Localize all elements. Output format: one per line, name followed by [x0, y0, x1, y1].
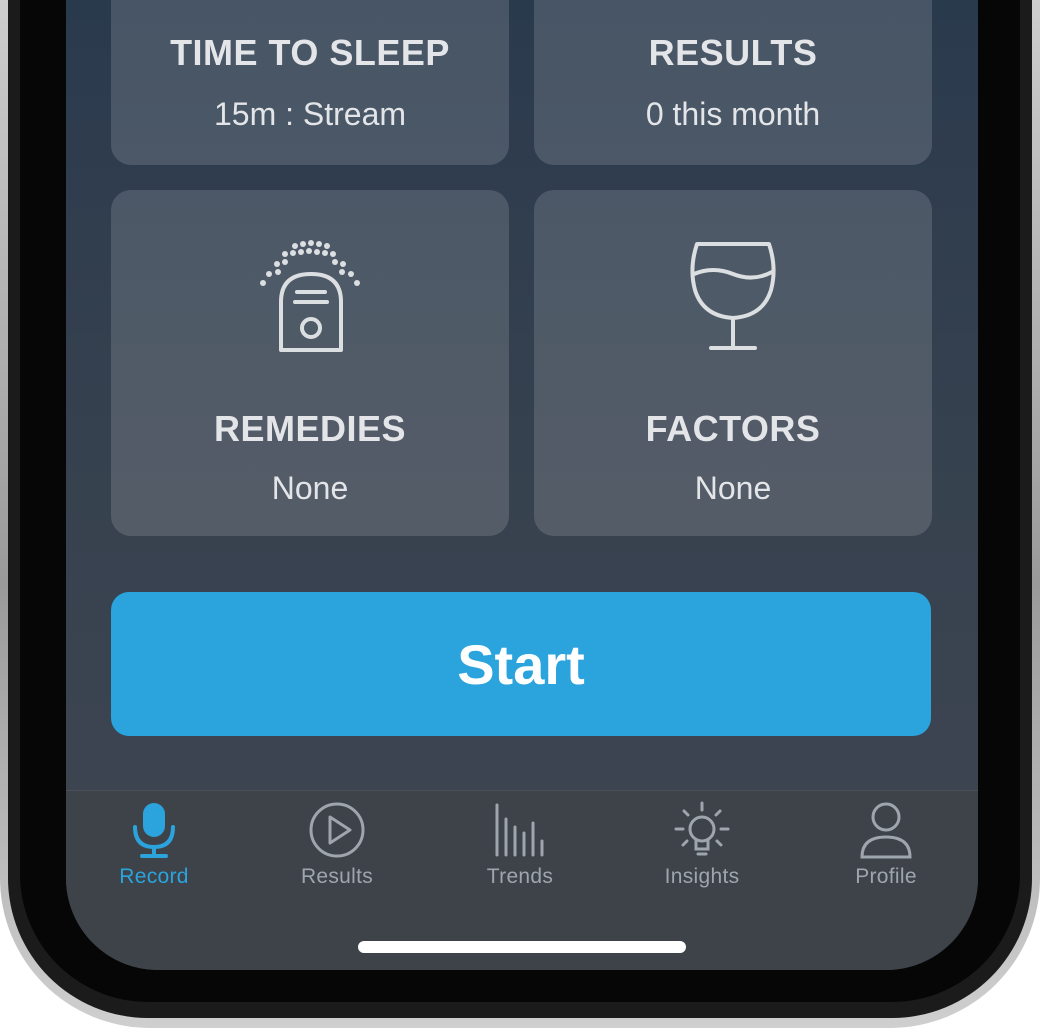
tab-results[interactable]: Results: [257, 801, 417, 901]
remedies-tile[interactable]: REMEDIES None: [111, 190, 509, 536]
bar-chart-icon: [491, 801, 549, 859]
start-button[interactable]: Start: [111, 592, 931, 736]
time-to-sleep-title: TIME TO SLEEP: [170, 32, 450, 73]
factors-value: None: [694, 470, 772, 506]
tab-record-label: Record: [119, 865, 189, 888]
remedies-value: None: [271, 470, 349, 506]
microphone-icon: [130, 801, 178, 859]
tab-results-label: Results: [300, 865, 374, 888]
factors-title: FACTORS: [645, 408, 821, 449]
tab-trends[interactable]: Trends: [440, 801, 600, 901]
tab-insights[interactable]: Insights: [622, 801, 782, 901]
tab-profile[interactable]: Profile: [806, 801, 966, 901]
tab-profile-label: Profile: [855, 865, 917, 888]
results-title: RESULTS: [648, 32, 818, 73]
tab-bar: Record Results Trends Insights Profile: [66, 790, 978, 970]
results-tile[interactable]: RESULTS 0 this month: [534, 0, 932, 165]
remedies-device-icon: [245, 234, 375, 358]
play-circle-icon: [308, 801, 366, 859]
factors-tile[interactable]: FACTORS None: [534, 190, 932, 536]
tab-insights-label: Insights: [664, 865, 740, 888]
remedies-title: REMEDIES: [213, 408, 407, 449]
app-screen: TIME TO SLEEP 15m : Stream RESULTS 0 thi…: [66, 0, 978, 970]
results-value: 0 this month: [645, 96, 821, 132]
lightbulb-icon: [673, 801, 731, 859]
wine-glass-icon: [683, 238, 783, 358]
tab-trends-label: Trends: [486, 865, 554, 888]
tab-record[interactable]: Record: [74, 801, 234, 901]
home-indicator[interactable]: [358, 941, 686, 953]
person-icon: [857, 801, 915, 859]
time-to-sleep-value: 15m : Stream: [213, 96, 407, 132]
time-to-sleep-tile[interactable]: TIME TO SLEEP 15m : Stream: [111, 0, 509, 165]
